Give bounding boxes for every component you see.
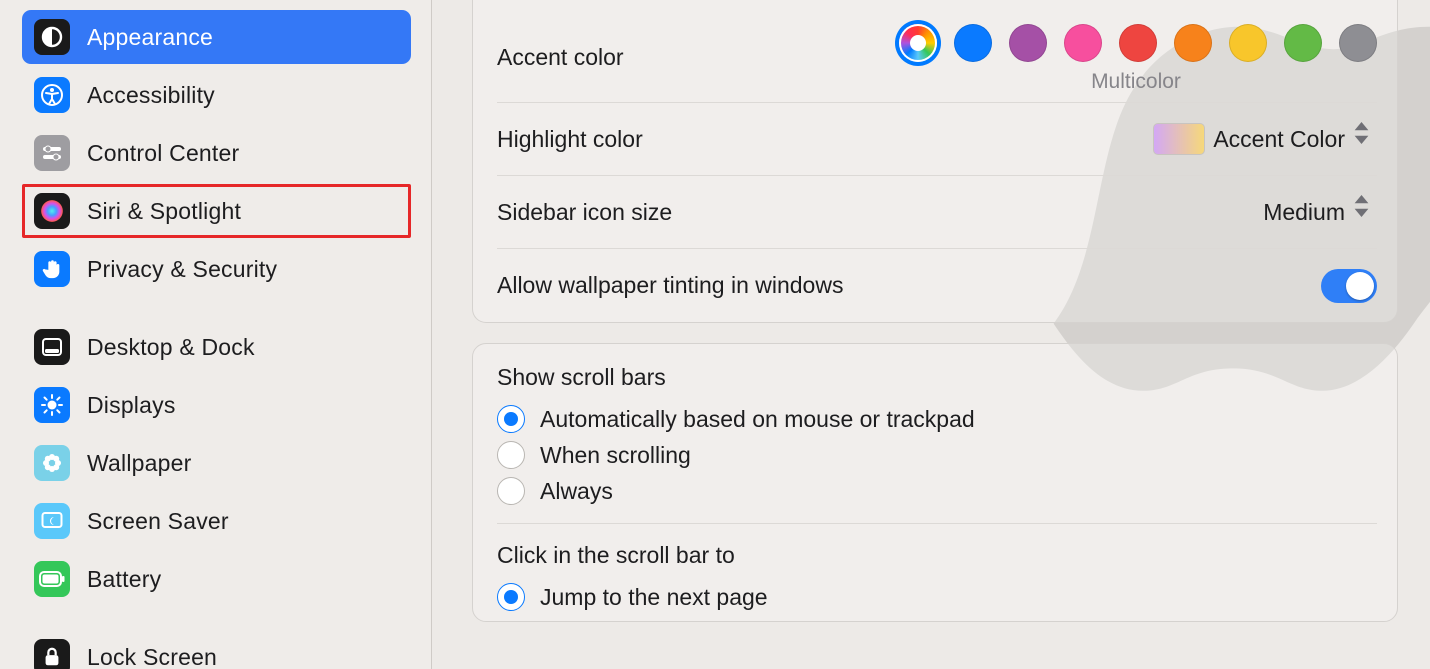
highlight-swatch-icon <box>1153 123 1205 155</box>
highlight-color-select[interactable]: Accent Color <box>1153 122 1377 156</box>
appearance-card: Accent color Multicolor Highlight color … <box>472 0 1398 323</box>
accent-multicolor[interactable] <box>899 24 937 62</box>
settings-main: Accent color Multicolor Highlight color … <box>432 0 1430 669</box>
dock-icon <box>34 329 70 365</box>
sidebar-item-accessibility[interactable]: Accessibility <box>22 68 411 122</box>
wallpaper-tinting-toggle[interactable] <box>1321 269 1377 303</box>
updown-icon <box>1353 195 1377 229</box>
radio-icon <box>497 583 525 611</box>
accent-yellow[interactable] <box>1229 24 1267 62</box>
wallpaper-tinting-row: Allow wallpaper tinting in windows <box>497 249 1377 322</box>
click-scroll-label: Click in the scroll bar to <box>497 524 1377 579</box>
click-option-next[interactable]: Jump to the next page <box>497 579 1377 615</box>
accent-swatches <box>899 20 1377 62</box>
sidebar-item-battery[interactable]: Battery <box>22 552 411 606</box>
sidebar-item-wallpaper[interactable]: Wallpaper <box>22 436 411 490</box>
updown-icon <box>1353 122 1377 156</box>
sidebar-item-label: Screen Saver <box>87 508 229 535</box>
highlight-color-row: Highlight color Accent Color <box>497 103 1377 176</box>
sidebar-item-label: Battery <box>87 566 161 593</box>
control-center-icon <box>34 135 70 171</box>
sidebar-item-control-center[interactable]: Control Center <box>22 126 411 180</box>
accent-orange[interactable] <box>1174 24 1212 62</box>
radio-label: Jump to the next page <box>540 584 768 611</box>
settings-sidebar: Appearance Accessibility Control Center Sir… <box>0 0 432 669</box>
sidebar-item-label: Siri & Spotlight <box>87 198 241 225</box>
sidebar-item-displays[interactable]: Displays <box>22 378 411 432</box>
radio-icon <box>497 441 525 469</box>
sidebar-item-label: Privacy & Security <box>87 256 277 283</box>
highlight-color-label: Highlight color <box>497 126 643 153</box>
scroll-option-always[interactable]: Always <box>497 473 1377 509</box>
accent-pink[interactable] <box>1064 24 1102 62</box>
radio-label: Automatically based on mouse or trackpad <box>540 406 975 433</box>
sidebar-item-label: Appearance <box>87 24 213 51</box>
siri-icon <box>34 193 70 229</box>
accent-color-label: Accent color <box>497 44 624 71</box>
sidebar-item-label: Desktop & Dock <box>87 334 255 361</box>
radio-label: Always <box>540 478 613 505</box>
sidebar-item-desktop-dock[interactable]: Desktop & Dock <box>22 320 411 374</box>
scroll-option-scrolling[interactable]: When scrolling <box>497 437 1377 473</box>
radio-icon <box>497 405 525 433</box>
sidebar-item-label: Lock Screen <box>87 644 217 669</box>
sidebar-item-label: Control Center <box>87 140 239 167</box>
sidebar-item-label: Accessibility <box>87 82 215 109</box>
radio-label: When scrolling <box>540 442 691 469</box>
sidebar-icon-size-label: Sidebar icon size <box>497 199 672 226</box>
sidebar-item-siri-spotlight[interactable]: Siri & Spotlight <box>22 184 411 238</box>
sidebar-item-appearance[interactable]: Appearance <box>22 10 411 64</box>
highlight-value: Accent Color <box>1213 126 1345 153</box>
hand-icon <box>34 251 70 287</box>
accent-red[interactable] <box>1119 24 1157 62</box>
accent-blue[interactable] <box>954 24 992 62</box>
wallpaper-tinting-label: Allow wallpaper tinting in windows <box>497 272 843 299</box>
accent-purple[interactable] <box>1009 24 1047 62</box>
appearance-icon <box>34 19 70 55</box>
radio-icon <box>497 477 525 505</box>
screensaver-icon <box>34 503 70 539</box>
sun-icon <box>34 387 70 423</box>
accent-caption: Multicolor <box>1091 70 1181 94</box>
accessibility-icon <box>34 77 70 113</box>
flower-icon <box>34 445 70 481</box>
scroll-option-auto[interactable]: Automatically based on mouse or trackpad <box>497 401 1377 437</box>
scroll-bars-label: Show scroll bars <box>497 346 1377 401</box>
sidebar-item-lock-screen[interactable]: Lock Screen <box>22 630 411 669</box>
accent-graphite[interactable] <box>1339 24 1377 62</box>
scroll-card: Show scroll bars Automatically based on … <box>472 343 1398 622</box>
sidebar-item-label: Wallpaper <box>87 450 192 477</box>
battery-icon <box>34 561 70 597</box>
lock-icon <box>34 639 70 669</box>
sidebar-icon-size-select[interactable]: Medium <box>1263 195 1377 229</box>
accent-color-row: Accent color Multicolor <box>497 0 1377 103</box>
sidebar-item-label: Displays <box>87 392 176 419</box>
sidebar-item-screen-saver[interactable]: Screen Saver <box>22 494 411 548</box>
sidebar-item-privacy-security[interactable]: Privacy & Security <box>22 242 411 296</box>
sidebar-icon-size-row: Sidebar icon size Medium <box>497 176 1377 249</box>
sidebar-icon-size-value: Medium <box>1263 199 1345 226</box>
accent-green[interactable] <box>1284 24 1322 62</box>
